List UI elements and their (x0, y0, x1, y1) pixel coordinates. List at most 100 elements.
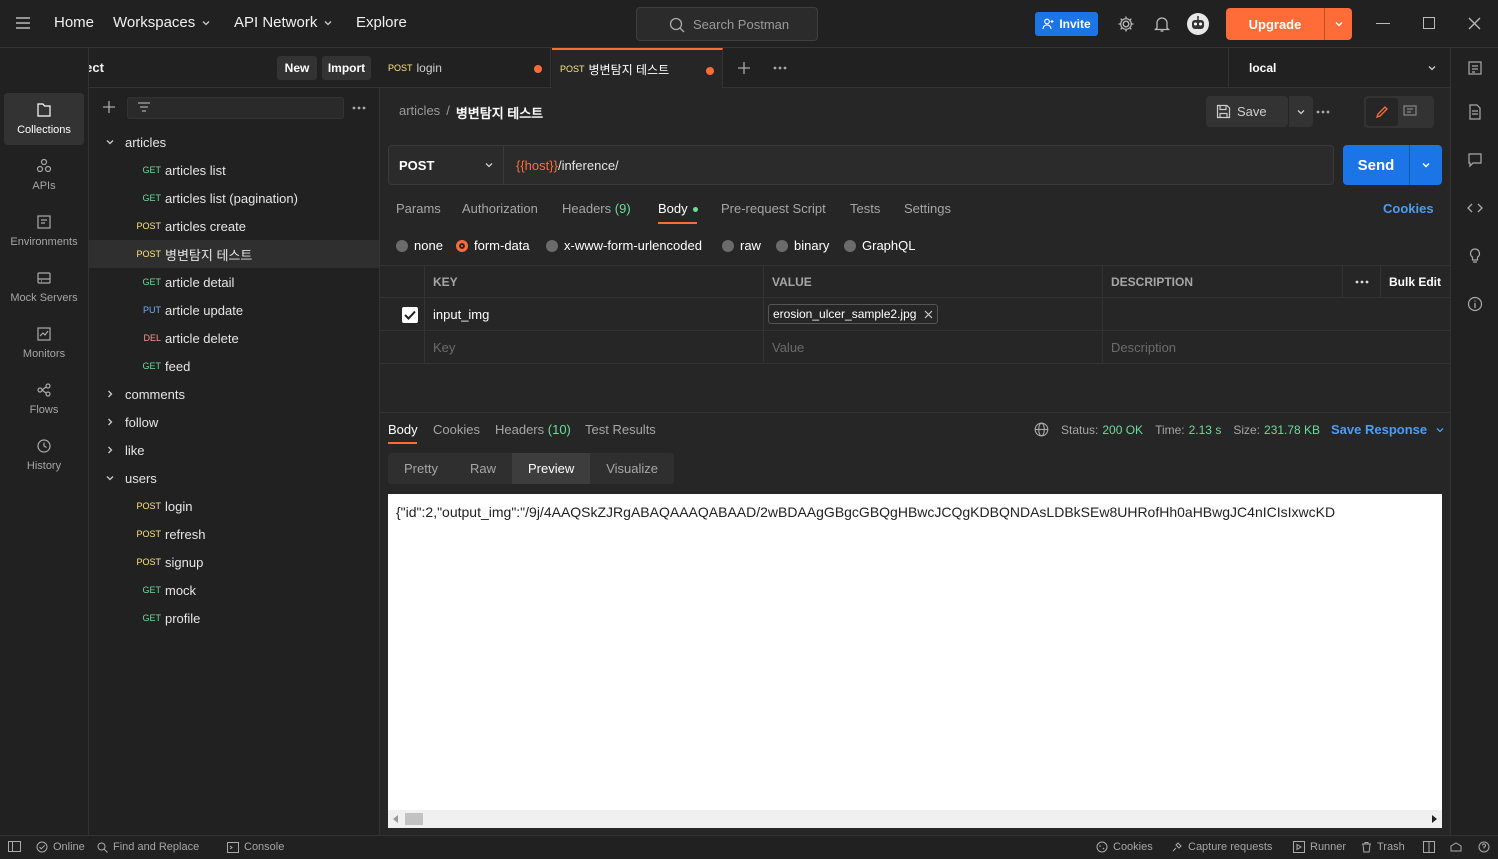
tab-login[interactable]: POST login (380, 48, 551, 88)
radio-raw[interactable]: raw (722, 238, 761, 253)
nav-workspaces[interactable]: Workspaces (113, 14, 211, 31)
rail-history[interactable]: History (4, 429, 84, 481)
time-value[interactable]: 2.13 s (1189, 423, 1222, 437)
maximize-window-icon[interactable] (1423, 17, 1435, 29)
folder-like[interactable]: like (89, 436, 379, 464)
edit-mode-button[interactable] (1366, 98, 1398, 126)
radio-none[interactable]: none (396, 238, 443, 253)
send-button[interactable]: Send (1343, 145, 1442, 185)
rail-monitors[interactable]: Monitors (4, 317, 84, 369)
radio-form-data[interactable]: form-data (456, 238, 530, 253)
view-tab-visualize[interactable]: Visualize (590, 453, 674, 484)
tab-settings[interactable]: Settings (904, 201, 951, 216)
tab-tests[interactable]: Tests (850, 201, 880, 216)
globe-icon[interactable] (1034, 422, 1049, 437)
radio-graphql[interactable]: GraphQL (844, 238, 915, 253)
environment-quick-look-icon[interactable] (1467, 60, 1483, 76)
scroll-right-icon[interactable] (1431, 815, 1437, 823)
request-item[interactable]: DEL article delete (89, 324, 379, 352)
request-item[interactable]: GET article detail (89, 268, 379, 296)
request-item[interactable]: GET articles list (pagination) (89, 184, 379, 212)
more-tabs-icon[interactable] (773, 66, 787, 70)
request-item[interactable]: GET profile (89, 604, 379, 632)
request-item-selected[interactable]: POST 병변탐지 테스트 (89, 240, 379, 268)
layout-icon[interactable] (1423, 841, 1435, 853)
avatar-icon[interactable] (1186, 12, 1210, 36)
radio-x-www-form-urlencoded[interactable]: x-www-form-urlencoded (546, 238, 702, 253)
status-cookies[interactable]: Cookies (1096, 841, 1153, 853)
view-tab-raw[interactable]: Raw (454, 453, 512, 484)
search-bar[interactable]: Search Postman (636, 7, 818, 41)
settings-icon[interactable] (1117, 15, 1135, 33)
size-value[interactable]: 231.78 KB (1264, 423, 1320, 437)
cookies-link[interactable]: Cookies (1383, 201, 1434, 216)
rail-mock-servers[interactable]: Mock Servers (4, 261, 84, 313)
breadcrumb-parent[interactable]: articles (399, 103, 440, 122)
import-button[interactable]: Import (322, 56, 371, 80)
minimize-window-icon[interactable] (1376, 23, 1390, 24)
nav-api-network[interactable]: API Network (234, 14, 333, 31)
capture-requests[interactable]: Capture requests (1171, 841, 1272, 853)
console[interactable]: Console (227, 841, 284, 853)
rail-flows[interactable]: Flows (4, 373, 84, 425)
horizontal-scrollbar[interactable] (388, 810, 1442, 828)
upgrade-button[interactable]: Upgrade (1226, 8, 1352, 40)
environment-selector[interactable]: local (1228, 48, 1450, 88)
comments-icon[interactable] (1467, 152, 1483, 168)
tab-lesion-test[interactable]: POST 병변탐지 테스트 (552, 48, 723, 88)
request-item[interactable]: GET mock (89, 576, 379, 604)
save-response-button[interactable]: Save Response (1331, 422, 1445, 437)
tab-authorization[interactable]: Authorization (462, 201, 538, 216)
online-status[interactable]: Online (36, 841, 85, 853)
find-and-replace[interactable]: Find and Replace (97, 841, 199, 853)
theme-icon[interactable] (1450, 841, 1462, 853)
scroll-left-icon[interactable] (393, 815, 399, 823)
save-button[interactable]: Save (1206, 96, 1288, 127)
request-item[interactable]: GET feed (89, 352, 379, 380)
scrollbar-thumb[interactable] (405, 813, 423, 825)
chevron-down-icon[interactable] (1325, 19, 1352, 29)
status-value[interactable]: 200 OK (1102, 423, 1143, 437)
request-item[interactable]: GET articles list (89, 156, 379, 184)
request-item[interactable]: PUT article update (89, 296, 379, 324)
add-icon[interactable] (102, 100, 116, 114)
new-button[interactable]: New (277, 56, 317, 80)
view-tab-pretty[interactable]: Pretty (388, 453, 454, 484)
folder-follow[interactable]: follow (89, 408, 379, 436)
rail-collections[interactable]: Collections (4, 93, 84, 145)
tab-headers[interactable]: Headers (9) (562, 201, 631, 216)
tab-body[interactable]: Body (658, 201, 699, 216)
breadcrumb-current[interactable]: 병변탐지 테스트 (456, 103, 543, 122)
save-options-dropdown[interactable] (1288, 96, 1313, 127)
bulk-edit-link[interactable]: Bulk Edit (1380, 266, 1450, 297)
tab-params[interactable]: Params (396, 201, 441, 216)
tab-pre-request-script[interactable]: Pre-request Script (721, 201, 826, 216)
nav-home[interactable]: Home (54, 14, 94, 31)
chevron-down-icon[interactable] (1410, 160, 1442, 170)
response-tab-test-results[interactable]: Test Results (585, 422, 656, 437)
row-description-input[interactable] (1102, 298, 1450, 330)
request-item[interactable]: POST articles create (89, 212, 379, 240)
notifications-bell-icon[interactable] (1154, 15, 1170, 33)
response-tab-body[interactable]: Body (388, 422, 418, 437)
close-window-icon[interactable] (1468, 17, 1481, 30)
more-options-icon[interactable] (352, 106, 366, 110)
row-enabled-checkbox[interactable] (402, 307, 418, 323)
lightbulb-icon[interactable] (1467, 248, 1483, 264)
method-select[interactable]: POST (389, 146, 504, 184)
pane-divider[interactable] (380, 412, 1450, 413)
folder-comments[interactable]: comments (89, 380, 379, 408)
nav-explore[interactable]: Explore (356, 14, 407, 31)
response-tab-cookies[interactable]: Cookies (433, 422, 480, 437)
radio-binary[interactable]: binary (776, 238, 829, 253)
more-options-icon[interactable] (1316, 110, 1330, 114)
value-input[interactable]: Value (763, 331, 1102, 363)
runner[interactable]: Runner (1293, 841, 1346, 853)
folder-articles[interactable]: articles (89, 128, 379, 156)
folder-users[interactable]: users (89, 464, 379, 492)
remove-file-icon[interactable] (924, 310, 933, 319)
toggle-sidebar-icon[interactable] (8, 841, 21, 852)
table-options-icon[interactable] (1342, 266, 1380, 297)
url-input[interactable]: {{host}}/inference/ (504, 146, 1333, 184)
request-item[interactable]: POST refresh (89, 520, 379, 548)
